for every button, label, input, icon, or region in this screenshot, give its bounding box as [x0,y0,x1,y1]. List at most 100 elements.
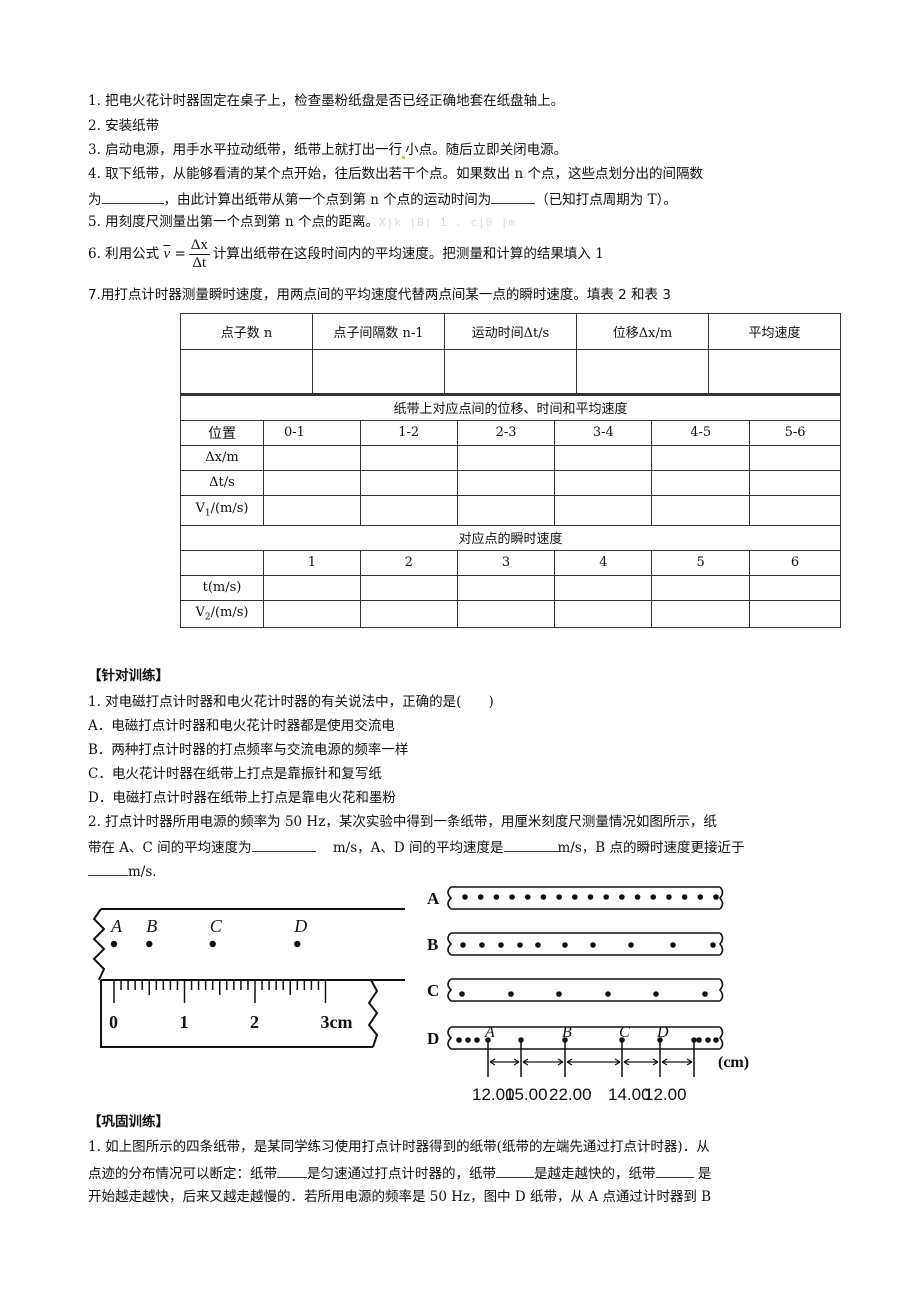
ad-velocity-blank[interactable] [503,837,558,852]
cell-input[interactable] [359,444,458,471]
cell-input[interactable] [443,349,577,394]
tape-dot [702,991,708,997]
cell-input[interactable] [749,444,841,471]
table-title-row: 对应点的瞬时速度 [180,524,841,551]
point-3: 3 [456,549,556,576]
measure-arrow [566,1058,621,1066]
tape-dot [474,1037,480,1043]
cell-input[interactable] [554,494,653,526]
position-2-3: 2-3 [456,419,556,446]
tape-dot [634,894,641,900]
option-c[interactable]: C．电火花计时器在纸带上打点是靠振针和复写纸 [88,765,382,783]
cell-input[interactable] [359,469,458,496]
tape-dot [493,894,500,900]
average-velocity-table: 点子数 n 点子间隔数 n-1 运动时间Δt/s 位移Δx/m 平均速度 [180,313,841,394]
cell-input[interactable] [554,469,653,496]
cell-input[interactable] [359,494,458,526]
tape-dot [509,894,515,900]
accel-decel-tape-blank[interactable] [655,1163,694,1178]
tape-d-point-label: D [656,1024,669,1041]
cell-input[interactable] [651,444,751,471]
tape-dot [556,991,562,997]
table-title-row: 纸带上对应点间的位移、时间和平均速度 [180,394,841,421]
cell-input[interactable] [262,599,361,628]
tape-torn-edge [92,908,106,981]
cell-input[interactable] [262,444,361,471]
q2-text-d: m/s. [128,864,157,880]
position-row: 位置 0-1 1-2 2-3 3-4 4-5 5-6 [180,419,841,446]
cell-input[interactable] [180,349,313,394]
step-6: 6. 利用公式 v = Δx Δt 计算出纸带在这段时间内的平均速度。把测量和计算的结… [88,234,604,274]
cell-input[interactable] [708,349,841,394]
ruler-point-B [146,940,153,948]
option-a[interactable]: A．电磁打点计时器和电火花计时器都是使用交流电 [88,717,395,735]
ac-velocity-blank[interactable] [251,837,316,852]
cell-input[interactable] [456,574,556,601]
cell-input[interactable] [749,469,841,496]
cell-input[interactable] [554,574,653,601]
option-d[interactable]: D．电磁打点计时器在纸带上打点是靠电火花和墨粉 [88,789,396,807]
cell-input[interactable] [651,469,751,496]
v2-unit: /(m/s) [210,604,249,620]
table-row: Δt/s [180,469,841,496]
tape-dot [508,991,514,997]
cell-input[interactable] [651,494,751,526]
table-row: V1/(m/s) [180,494,841,526]
position-4-5: 4-5 [651,419,751,446]
cell-input[interactable] [749,599,841,628]
cell-input[interactable] [749,574,841,601]
cq1-text-c: 是越走越快的，纸带 [534,1166,656,1182]
ruler-point-A [110,940,118,948]
option-b[interactable]: B．两种打点计时器的打点频率与交流电源的频率一样 [88,741,408,759]
ruler-tick-label: 1 [180,1012,189,1032]
cell-input[interactable] [311,349,445,394]
table-row: t(m/s) [180,574,841,601]
tape-dot [710,942,716,948]
formula-numerator: Δx [188,237,210,255]
cell-input[interactable] [359,599,458,628]
interval-count-blank[interactable] [101,189,164,204]
formula-equals: = [174,246,186,262]
point-1: 1 [262,549,361,576]
uniform-tape-blank[interactable] [277,1163,307,1178]
tape-dot [587,894,594,900]
cell-input[interactable] [575,349,710,394]
position-0-1: 0-1 [262,419,361,446]
motion-time-blank[interactable] [491,189,536,204]
cell-input[interactable] [554,444,653,471]
tape-B: B [427,932,724,956]
points-row: 1 2 3 4 5 6 [180,549,841,576]
measure-arrow [489,1058,520,1066]
tape-label: B [427,935,438,954]
tape-label: C [427,981,439,1000]
tape-dot [681,894,688,900]
tape-dot [498,942,504,948]
tape-label: D [427,1029,439,1048]
b-velocity-blank[interactable] [88,861,128,876]
q2-text-c: m/s，B 点的瞬时速度更接近于 [557,840,745,856]
ruler-point-C [209,940,216,948]
cell-input[interactable] [262,494,361,526]
cell-input[interactable] [456,444,556,471]
cell-input[interactable] [456,469,556,496]
step-7: 7.用打点计时器测量瞬时速度，用两点间的平均速度代替两点间某一点的瞬时速度。填表… [88,287,671,303]
table-3-title: 对应点的瞬时速度 [180,524,841,551]
cell-input[interactable] [651,599,751,628]
cell-input[interactable] [749,494,841,526]
v2-base: V [195,604,205,620]
cell-input[interactable] [359,574,458,601]
cell-input[interactable] [456,494,556,526]
cell-input[interactable] [456,599,556,628]
ruler-point-label: C [210,916,223,936]
formula-fraction: Δx Δt [188,237,210,272]
tape-dot [562,942,568,948]
cell-input[interactable] [651,574,751,601]
point-4: 4 [554,549,653,576]
step-4-prefix: 为 [88,192,102,208]
v1-unit: /(m/s) [210,501,249,517]
cell-input[interactable] [554,599,653,628]
accelerating-tape-blank[interactable] [496,1163,534,1178]
tape-dot [713,1037,719,1043]
cell-input[interactable] [262,574,361,601]
cell-input[interactable] [262,469,361,496]
